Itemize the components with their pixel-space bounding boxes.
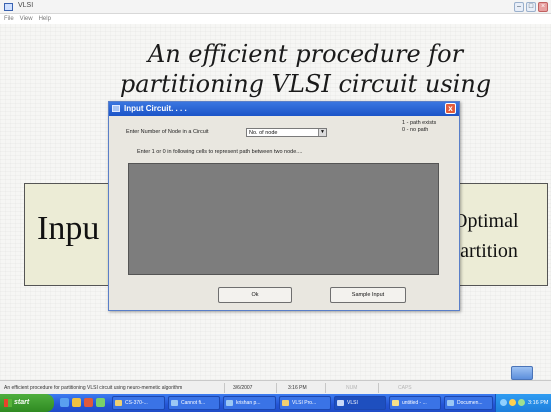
paint-icon (392, 400, 399, 406)
node-count-select[interactable]: No. of node ▼ (246, 128, 327, 137)
system-tray: 3:16 PM (495, 394, 551, 412)
close-window-button[interactable]: × (538, 2, 548, 12)
menu-file[interactable]: File (4, 16, 14, 22)
taskbar-item-cs370[interactable]: CS-370-... (112, 396, 165, 410)
browser-icon (171, 400, 178, 406)
folder-icon (282, 400, 289, 406)
status-caps: CAPS (398, 385, 412, 391)
legend-no-path: 0 - no path (402, 127, 429, 133)
sample-input-button[interactable]: Sample Input (330, 287, 406, 303)
dialog-app-icon (112, 105, 120, 112)
app-title: VLSI (18, 2, 34, 9)
slideshow-icon[interactable] (511, 366, 533, 380)
media-icon[interactable] (84, 398, 93, 407)
menu-view[interactable]: View (20, 16, 33, 22)
network-icon[interactable] (500, 399, 507, 406)
ok-button[interactable]: Ok (218, 287, 292, 303)
status-divider (276, 383, 277, 393)
taskbar-item-vlsi[interactable]: VLSI (334, 396, 386, 410)
menu-help[interactable]: Help (39, 16, 51, 22)
dialog-close-button[interactable]: x (445, 103, 456, 114)
folder-icon[interactable] (72, 398, 81, 407)
quick-launch-icon[interactable] (96, 398, 105, 407)
dialog-title-bar[interactable]: Input Circuit. . . . x (109, 102, 459, 116)
maximize-button[interactable]: □ (526, 2, 536, 12)
status-divider (224, 383, 225, 393)
taskbar: start CS-370-... Cannot fi... krishan p.… (0, 394, 551, 412)
status-divider (325, 383, 326, 393)
path-legend: 1 - path exists 0 - no path (402, 120, 436, 134)
app-title-bar: VLSI – □ × (0, 0, 551, 14)
taskbar-clock: 3:16 PM (528, 400, 549, 406)
chevron-down-icon[interactable]: ▼ (318, 129, 326, 136)
slide-title-line-1: An efficient procedure for (147, 40, 464, 68)
input-circuit-dialog: Input Circuit. . . . x Enter Number of N… (108, 101, 460, 311)
browser-icon[interactable] (60, 398, 69, 407)
browser-icon (226, 400, 233, 406)
app-menu-bar: File View Help (0, 14, 551, 24)
taskbar-item-krishan[interactable]: krishan p... (223, 396, 276, 410)
matrix-instructions: Enter 1 or 0 in following cells to repre… (137, 149, 303, 155)
node-count-label: Enter Number of Node in a Circuit (126, 129, 209, 135)
adjacency-matrix-grid[interactable] (128, 163, 439, 275)
status-date: 3/6/2007 (233, 385, 253, 391)
slide-title-line-2: partitioning VLSI circuit using (119, 70, 492, 98)
document-icon (447, 400, 454, 406)
dialog-title: Input Circuit. . . . (124, 104, 187, 113)
window-controls: – □ × (514, 2, 548, 12)
app-window-icon (4, 3, 13, 11)
status-description: An efficient procedure for partitioning … (4, 385, 183, 391)
minimize-button[interactable]: – (514, 2, 524, 12)
status-divider (378, 383, 379, 393)
app-window-icon (337, 400, 344, 406)
taskbar-item-document[interactable]: Documen... (444, 396, 493, 410)
taskbar-item-vlsi-pro[interactable]: VLSI Pro... (279, 396, 331, 410)
volume-icon[interactable] (509, 399, 516, 406)
status-num: NUM (346, 385, 358, 391)
folder-icon (115, 400, 122, 406)
optimal-partition-box: Optimal Partition (448, 183, 548, 286)
windows-logo-icon (4, 399, 12, 407)
tray-app-icon[interactable] (518, 399, 525, 406)
status-time: 3:16 PM (288, 385, 307, 391)
status-bar: An efficient procedure for partitioning … (0, 380, 551, 394)
taskbar-item-cannot-find[interactable]: Cannot fi... (168, 396, 220, 410)
output-box-line-1: Optimal (453, 210, 519, 232)
start-button[interactable]: start (0, 394, 54, 412)
legend-path-exists: 1 - path exists (402, 120, 437, 126)
taskbar-item-untitled[interactable]: untitled - ... (389, 396, 441, 410)
node-count-select-value: No. of node (249, 130, 278, 136)
start-label: start (14, 399, 30, 406)
